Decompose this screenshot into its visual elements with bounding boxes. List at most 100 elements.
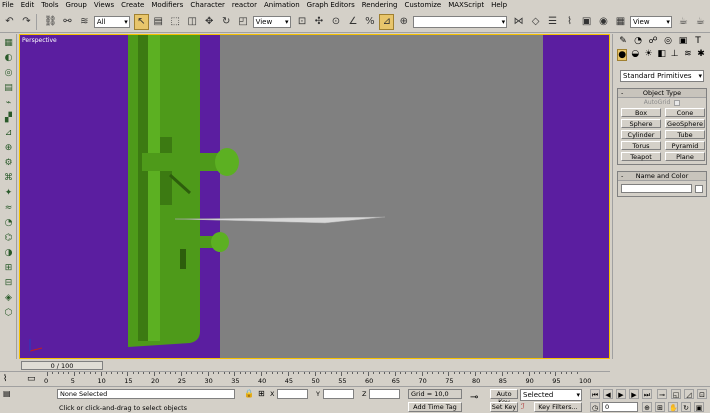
named-selection-sets-dropdown[interactable]	[413, 15, 508, 28]
cameras-category-icon[interactable]: ◧	[657, 49, 667, 61]
strip-icon-14[interactable]: ⌬	[2, 232, 15, 244]
zoom-extents-icon[interactable]: ◱	[671, 389, 681, 399]
tube-button[interactable]: Tube	[665, 130, 705, 139]
window-crossing-icon[interactable]: ◫	[185, 14, 200, 30]
pivot-center-icon[interactable]: ⊡	[295, 14, 310, 30]
zoom-all-icon[interactable]: ⊞	[655, 402, 665, 412]
strip-icon-4[interactable]: ▤	[2, 82, 15, 94]
unlink-icon[interactable]: ⚯	[60, 14, 75, 30]
geosphere-button[interactable]: GeoSphere	[665, 119, 705, 128]
strip-icon-8[interactable]: ⊕	[2, 142, 15, 154]
next-frame-icon[interactable]: ▶	[629, 389, 639, 399]
systems-category-icon[interactable]: ✱	[696, 49, 706, 61]
lights-category-icon[interactable]: ☀	[643, 49, 653, 61]
select-link-icon[interactable]: ⛓	[43, 14, 58, 30]
menu-animation[interactable]: Animation	[264, 0, 300, 11]
field-of-view-icon[interactable]: ◿	[684, 389, 694, 399]
motion-tab-icon[interactable]: ◎	[662, 36, 674, 46]
primitive-type-dropdown[interactable]: Standard Primitives	[620, 70, 704, 82]
menu-customize[interactable]: Customize	[404, 0, 441, 11]
strip-icon-2[interactable]: ◐	[2, 52, 15, 64]
key-filters-button[interactable]: Key Filters...	[534, 402, 582, 412]
perspective-viewport[interactable]: Perspective	[19, 34, 610, 359]
add-time-tag-button[interactable]: Add Time Tag	[408, 402, 462, 412]
set-key-button[interactable]: Set Key	[490, 402, 518, 412]
set-keys-icon[interactable]: ℐ	[521, 402, 525, 412]
strip-icon-12[interactable]: ≈	[2, 202, 15, 214]
menu-modifiers[interactable]: Modifiers	[151, 0, 183, 11]
time-slider-thumb[interactable]: 0 / 100	[21, 361, 103, 370]
modify-tab-icon[interactable]: ◔	[632, 36, 644, 46]
percent-snap-icon[interactable]: %	[362, 14, 377, 30]
strip-icon-18[interactable]: ◈	[2, 292, 15, 304]
strip-icon-5[interactable]: ⌁	[2, 97, 15, 109]
spinner-snap-icon[interactable]: ⊿	[379, 13, 395, 30]
rectangular-selection-icon[interactable]: ⬚	[168, 14, 183, 30]
max-listener-icon[interactable]: ▤	[3, 389, 11, 399]
undo-icon[interactable]: ↶	[2, 14, 17, 30]
select-scale-icon[interactable]: ◰	[236, 14, 251, 30]
display-tab-icon[interactable]: ▣	[677, 36, 689, 46]
cylinder-button[interactable]: Cylinder	[621, 130, 661, 139]
time-slider[interactable]: 0 / 100	[19, 360, 610, 371]
autogrid-checkbox[interactable]	[674, 99, 681, 106]
pyramid-button[interactable]: Pyramid	[665, 141, 705, 150]
mini-curve-editor-icon[interactable]: ⌇	[3, 374, 7, 384]
redo-icon[interactable]: ↷	[19, 14, 34, 30]
box-button[interactable]: Box	[621, 108, 661, 117]
pan-icon[interactable]: ✋	[668, 402, 678, 412]
hierarchy-tab-icon[interactable]: ☍	[647, 36, 659, 46]
go-to-end-icon[interactable]: ⏭	[642, 389, 652, 399]
render-type-dropdown[interactable]: View	[629, 15, 672, 28]
select-by-name-icon[interactable]: ▤	[151, 14, 166, 30]
curve-editor-icon[interactable]: ⌇	[562, 14, 577, 30]
strip-icon-19[interactable]: ⬡	[2, 307, 15, 319]
active-shade-icon[interactable]: ☕	[693, 14, 708, 30]
menu-reactor[interactable]: reactor	[232, 0, 257, 11]
absolute-mode-icon[interactable]: ⊞	[258, 389, 265, 399]
menu-help[interactable]: Help	[491, 0, 507, 11]
strip-icon-1[interactable]: ▦	[2, 37, 15, 49]
strip-icon-11[interactable]: ✦	[2, 187, 15, 199]
helpers-category-icon[interactable]: ⊥	[670, 49, 680, 61]
lock-selection-icon[interactable]: 🔒	[244, 389, 254, 399]
menu-file[interactable]: File	[2, 0, 14, 11]
strip-icon-9[interactable]: ⚙	[2, 157, 15, 169]
zoom-region-icon[interactable]: ⊡	[697, 389, 707, 399]
menu-rendering[interactable]: Rendering	[362, 0, 398, 11]
z-coordinate-field[interactable]	[369, 389, 400, 399]
render-scene-icon[interactable]: ▦	[613, 14, 628, 30]
layer-manager-icon[interactable]: ☰	[545, 14, 560, 30]
strip-icon-10[interactable]: ⌘	[2, 172, 15, 184]
name-and-color-header[interactable]: - Name and Color	[618, 172, 706, 181]
x-coordinate-field[interactable]	[277, 389, 308, 399]
object-name-field[interactable]	[621, 184, 693, 193]
go-to-start-icon[interactable]: ⏮	[590, 389, 600, 399]
material-editor-icon[interactable]: ◉	[596, 14, 611, 30]
select-move-icon[interactable]: ✥	[202, 14, 217, 30]
time-configuration-icon[interactable]: ◷	[590, 402, 600, 412]
strip-icon-7[interactable]: ⊿	[2, 127, 15, 139]
reference-coordinate-dropdown[interactable]: View	[252, 15, 291, 28]
utilities-tab-icon[interactable]: T	[692, 36, 704, 46]
cone-button[interactable]: Cone	[665, 108, 705, 117]
strip-icon-15[interactable]: ◑	[2, 247, 15, 259]
teapot-button[interactable]: Teapot	[621, 152, 661, 161]
plane-button[interactable]: Plane	[665, 152, 705, 161]
space-warps-category-icon[interactable]: ≋	[683, 49, 693, 61]
snap-toggle-icon[interactable]: ⊙	[328, 14, 343, 30]
viewport-label[interactable]: Perspective	[22, 37, 57, 44]
auto-key-button[interactable]: Auto Key	[490, 389, 518, 406]
zoom-icon[interactable]: ⊕	[642, 402, 652, 412]
bind-space-warp-icon[interactable]: ≋	[77, 14, 92, 30]
sphere-button[interactable]: Sphere	[621, 119, 661, 128]
current-frame-field[interactable]: 0	[602, 402, 638, 412]
previous-frame-icon[interactable]: ◀	[603, 389, 613, 399]
object-type-header[interactable]: - Object Type	[618, 89, 706, 98]
key-mode-toggle-icon[interactable]: ⊸	[657, 389, 667, 399]
edit-named-selection-icon[interactable]: ⊕	[396, 14, 411, 30]
strip-icon-13[interactable]: ◔	[2, 217, 15, 229]
strip-icon-16[interactable]: ⊞	[2, 262, 15, 274]
create-tab-icon[interactable]: ✎	[617, 36, 629, 46]
quick-render-icon[interactable]: ☕	[676, 14, 691, 30]
